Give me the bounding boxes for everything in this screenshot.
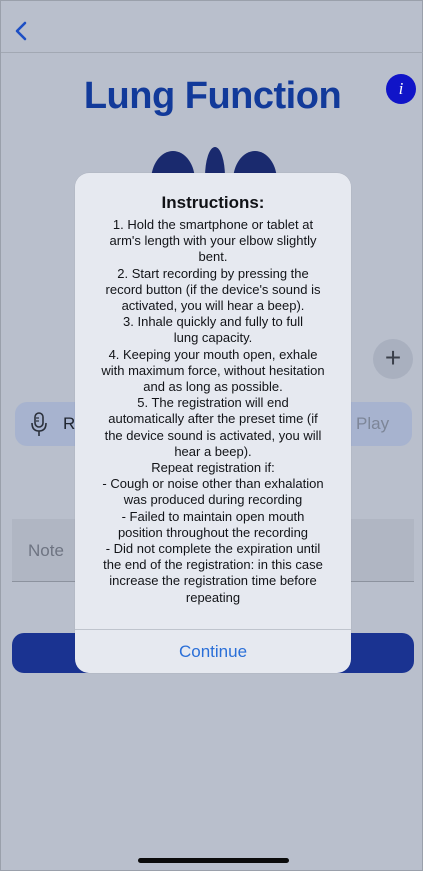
info-button[interactable]: i xyxy=(386,74,416,104)
instructions-dialog: Instructions: 1. Hold the smartphone or … xyxy=(75,173,351,673)
note-placeholder: Note xyxy=(28,541,64,560)
navigation-bar xyxy=(1,1,423,53)
play-button[interactable]: Play xyxy=(356,414,389,434)
continue-button[interactable]: Continue xyxy=(75,630,351,673)
app-screen: Lung Function i + Re Play Note Instructi… xyxy=(0,0,423,871)
home-indicator xyxy=(138,858,289,863)
dialog-message: 1. Hold the smartphone or tablet at arm'… xyxy=(101,217,325,605)
chevron-left-icon xyxy=(15,21,27,41)
dialog-title: Instructions: xyxy=(161,193,265,212)
microphone-icon xyxy=(31,412,47,436)
add-button[interactable]: + xyxy=(373,339,413,379)
back-button[interactable] xyxy=(11,17,35,45)
page-title: Lung Function xyxy=(83,75,342,117)
